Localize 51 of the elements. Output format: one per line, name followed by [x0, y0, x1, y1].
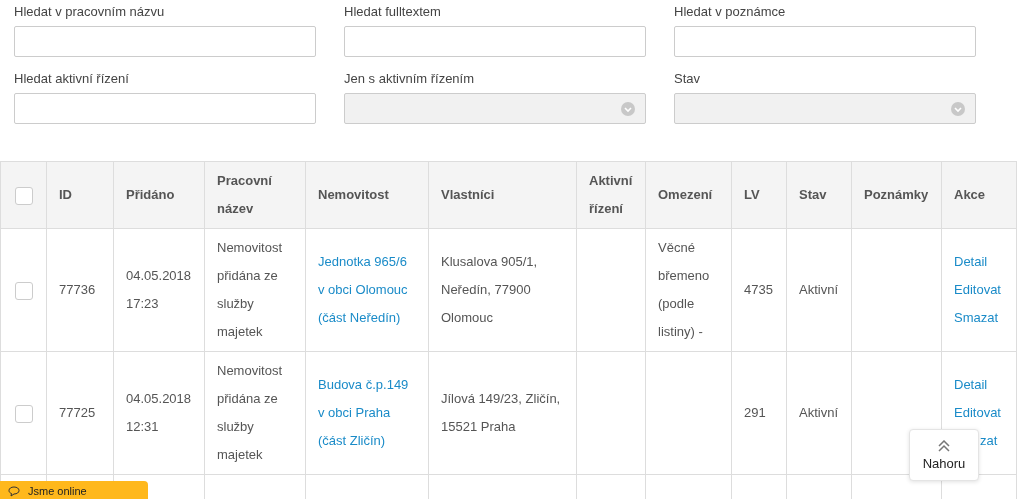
- search-field[interactable]: [674, 26, 976, 57]
- search-field[interactable]: [14, 26, 316, 57]
- table-cell: Aktivní: [786, 228, 852, 352]
- action-link[interactable]: Editovat: [954, 276, 1001, 304]
- action-link[interactable]: Smazat: [954, 304, 999, 332]
- table-cell: Klusalova 905/1, Neředín, 77900 Olomouc: [428, 228, 577, 352]
- filter-label: Jen s aktivním řízením: [344, 70, 476, 87]
- table-cell: Jílová 149/23, Zličín, 15521 Praha: [428, 351, 577, 475]
- dropdown-icon: [951, 101, 965, 116]
- column-header: Poznámky: [851, 161, 942, 229]
- column-header: Stav: [786, 161, 852, 229]
- back-to-top-button[interactable]: Nahoru: [909, 429, 979, 481]
- table-cell: 4735: [731, 228, 787, 352]
- dropdown-icon: [621, 101, 635, 116]
- table-cell: Nemovitost přidána ze služby majetek: [204, 228, 306, 352]
- column-header: Omezení: [645, 161, 732, 229]
- filter-label: Hledat aktivní řízení: [14, 70, 130, 87]
- filter-label: Stav: [674, 70, 701, 87]
- row-checkbox[interactable]: [15, 281, 33, 300]
- table-cell: 04.05.2018 12:31: [113, 351, 205, 475]
- filter-label: Hledat v poznámce: [674, 3, 787, 20]
- table-cell: Aktivní: [786, 351, 852, 475]
- column-header: Přidáno: [113, 161, 205, 229]
- table-cell: Nemovitost přidána ze služby majetek: [204, 351, 306, 475]
- chat-button[interactable]: Jsme online: [0, 481, 148, 499]
- row-checkbox[interactable]: [15, 404, 33, 423]
- search-field[interactable]: [14, 93, 316, 124]
- table-cell: 77725: [46, 351, 114, 475]
- action-link[interactable]: Detail: [954, 371, 988, 399]
- action-link[interactable]: Detail: [954, 248, 988, 276]
- select-all-checkbox[interactable]: [15, 186, 33, 205]
- column-header: Nemovitost: [305, 161, 429, 229]
- select-field[interactable]: [674, 93, 976, 124]
- filter-label: Hledat v pracovním názvu: [14, 3, 166, 20]
- column-header: Vlastníci: [428, 161, 577, 229]
- column-header: LV: [731, 161, 787, 229]
- column-header: ID: [46, 161, 114, 229]
- column-header: Akce: [941, 161, 1017, 229]
- search-field[interactable]: [344, 26, 646, 57]
- column-header: Aktivní řízení: [576, 161, 646, 229]
- double-chevron-up-icon: [937, 439, 951, 452]
- select-field[interactable]: [344, 93, 646, 124]
- table-cell: 04.05.2018 17:23: [113, 228, 205, 352]
- filter-label: Hledat fulltextem: [344, 3, 442, 20]
- table-cell: 77736: [46, 228, 114, 352]
- column-header: Pracovní název: [204, 161, 306, 229]
- action-link[interactable]: zat: [980, 427, 998, 455]
- table-cell: 291: [731, 351, 787, 475]
- table-cell: Věcné břemeno (podle listiny) -: [645, 228, 732, 352]
- action-link[interactable]: Editovat: [954, 399, 1001, 427]
- speech-bubble-icon: [8, 485, 20, 497]
